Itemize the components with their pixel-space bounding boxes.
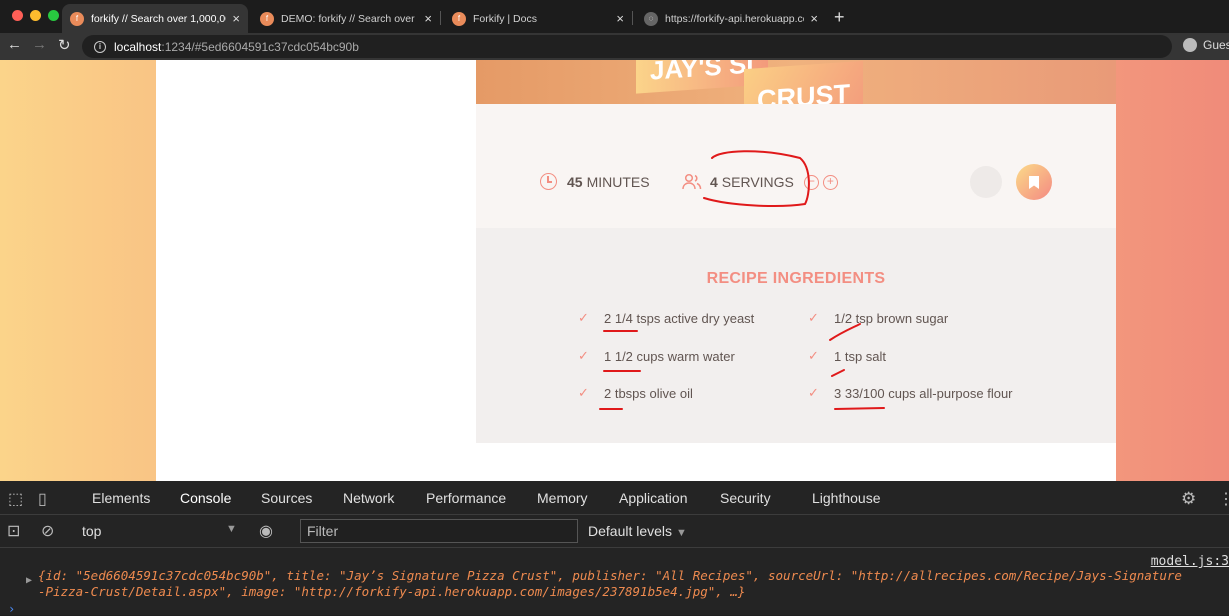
forkify-favicon-icon: f: [452, 11, 466, 26]
log-levels-dropdown[interactable]: Default levels ▼: [588, 523, 687, 539]
close-tab-icon[interactable]: ×: [424, 11, 432, 26]
tab-divider: [632, 11, 633, 25]
tab-lighthouse[interactable]: Lighthouse: [812, 490, 881, 506]
tab-performance[interactable]: Performance: [426, 490, 506, 506]
cooking-time-value: 45: [567, 173, 583, 190]
address-bar[interactable]: i localhost:1234/#5ed6604591c37cdc054bc9…: [82, 35, 1172, 58]
forward-arrow-icon[interactable]: →: [32, 36, 47, 53]
device-toolbar-icon[interactable]: ▯: [38, 489, 47, 509]
more-options-icon[interactable]: ⋮: [1218, 489, 1229, 509]
tab-security[interactable]: Security: [720, 490, 771, 506]
console-output: model.js:3 ▶ {id: "5ed6604591c37cdc054bc…: [0, 548, 1229, 616]
ingredient-item: ✓ 1/2 tsp brown sugar: [808, 310, 949, 326]
tab-title: https://forkify-api.herokuapp.co: [665, 12, 805, 25]
source-link[interactable]: model.js:3: [1151, 554, 1229, 569]
profile-label: Guest: [1203, 38, 1229, 52]
log-object-line-1[interactable]: {id: "5ed6604591c37cdc054bc90b", title: …: [38, 568, 1182, 583]
site-info-icon[interactable]: i: [94, 40, 106, 53]
close-window-button[interactable]: [12, 10, 23, 21]
browser-tab[interactable]: f DEMO: forkify // Search over 1,0 ×: [252, 4, 440, 33]
bookmark-button[interactable]: [1016, 164, 1052, 200]
check-icon: ✓: [808, 310, 819, 325]
prompt-icon[interactable]: ›: [8, 602, 15, 616]
cooking-time: 45 MINUTES: [540, 173, 650, 190]
check-icon: ✓: [578, 385, 589, 400]
eye-icon[interactable]: ◉: [259, 521, 273, 541]
ingredient-item: ✓ 3 33/100 cups all-purpose flour: [808, 385, 1013, 401]
url-path: :1234/#5ed6604591c37cdc054bc90b: [161, 39, 359, 54]
tab-console[interactable]: Console: [180, 490, 231, 506]
avatar: [1183, 38, 1197, 52]
ingredient-item: ✓ 1 1/2 cups warm water: [578, 348, 735, 364]
ingredient-item: ✓ 2 tbsps olive oil: [578, 385, 693, 401]
chevron-down-icon: ▼: [675, 527, 687, 539]
clock-icon: [540, 173, 557, 190]
ingredient-item: ✓ 1 tsp salt: [808, 348, 887, 364]
maximize-window-button[interactable]: [48, 10, 59, 21]
browser-tab-bar: f forkify // Search over 1,000,000 × f D…: [0, 0, 1229, 33]
tab-sources[interactable]: Sources: [261, 490, 312, 506]
sidebar-toggle-icon[interactable]: ⊡: [7, 521, 20, 541]
chevron-down-icon[interactable]: ▼: [226, 523, 237, 535]
globe-icon: ◌: [644, 11, 658, 26]
expand-arrow-icon[interactable]: ▶: [26, 575, 32, 586]
tab-title: Forkify | Docs: [473, 12, 537, 25]
inspect-element-icon[interactable]: ⬚: [8, 489, 23, 509]
tab-title: forkify // Search over 1,000,000: [91, 12, 227, 25]
check-icon: ✓: [578, 348, 589, 363]
close-tab-icon[interactable]: ×: [616, 11, 624, 26]
page-viewport: JAY'S SI CRUST 45 MINUTES 4 SERVINGS − +: [0, 60, 1229, 481]
tab-divider: [440, 11, 441, 25]
recipe-directions: [476, 443, 1116, 481]
browser-tab[interactable]: ◌ https://forkify-api.herokuapp.co ×: [636, 4, 826, 33]
tab-application[interactable]: Application: [619, 490, 688, 506]
close-tab-icon[interactable]: ×: [232, 11, 240, 26]
servings-value: 4: [710, 174, 718, 190]
recipe-ingredients: RECIPE INGREDIENTS ✓ 2 1/4 tsps active dr…: [476, 228, 1116, 443]
servings-unit: SERVINGS: [721, 174, 794, 190]
app-container: JAY'S SI CRUST 45 MINUTES 4 SERVINGS − +: [156, 60, 1116, 481]
forkify-favicon-icon: f: [260, 11, 274, 26]
cooking-time-unit: MINUTES: [586, 173, 650, 190]
increase-servings-button[interactable]: +: [822, 174, 838, 190]
browser-tab[interactable]: f forkify // Search over 1,000,000 ×: [62, 4, 248, 33]
tab-elements[interactable]: Elements: [92, 490, 150, 506]
users-icon: [682, 173, 702, 190]
url-host: localhost: [114, 39, 162, 54]
minimize-window-button[interactable]: [30, 10, 41, 21]
decrease-servings-button[interactable]: −: [803, 174, 819, 190]
log-object-line-2[interactable]: -Pizza-Crust/Detail.aspx", image: "http:…: [38, 584, 745, 599]
context-selector[interactable]: top: [82, 523, 101, 539]
back-arrow-icon[interactable]: ←: [7, 36, 22, 53]
tab-title: DEMO: forkify // Search over 1,0: [281, 12, 419, 25]
close-tab-icon[interactable]: ×: [810, 11, 818, 26]
reload-icon[interactable]: ↻: [58, 36, 71, 54]
recipe-details: 45 MINUTES 4 SERVINGS − +: [476, 104, 1116, 228]
browser-tab[interactable]: f Forkify | Docs ×: [444, 4, 632, 33]
console-toolbar: ⊡ ⊘ top ▼ ◉ Filter Default levels ▼: [0, 515, 1229, 548]
check-icon: ✓: [808, 348, 819, 363]
tab-memory[interactable]: Memory: [537, 490, 588, 506]
user-generated-badge: [970, 166, 1002, 198]
bookmark-icon: [1029, 175, 1039, 189]
servings: 4 SERVINGS − +: [682, 173, 838, 191]
check-icon: ✓: [578, 310, 589, 325]
browser-toolbar: ← → ↻ i localhost:1234/#5ed6604591c37cdc…: [0, 33, 1229, 60]
ingredients-heading: RECIPE INGREDIENTS: [706, 270, 886, 287]
forkify-favicon-icon: f: [70, 11, 84, 26]
ingredient-item: ✓ 2 1/4 tsps active dry yeast: [578, 310, 755, 326]
tab-network[interactable]: Network: [343, 490, 394, 506]
new-tab-icon[interactable]: +: [834, 7, 845, 28]
clear-console-icon[interactable]: ⊘: [41, 521, 54, 541]
filter-input[interactable]: Filter: [300, 519, 578, 543]
profile-button[interactable]: Guest: [1183, 38, 1229, 52]
devtools-tab-bar: ⬚ ▯ Elements Console Sources Network Per…: [0, 481, 1229, 515]
check-icon: ✓: [808, 385, 819, 400]
gear-icon[interactable]: ⚙: [1181, 489, 1196, 509]
